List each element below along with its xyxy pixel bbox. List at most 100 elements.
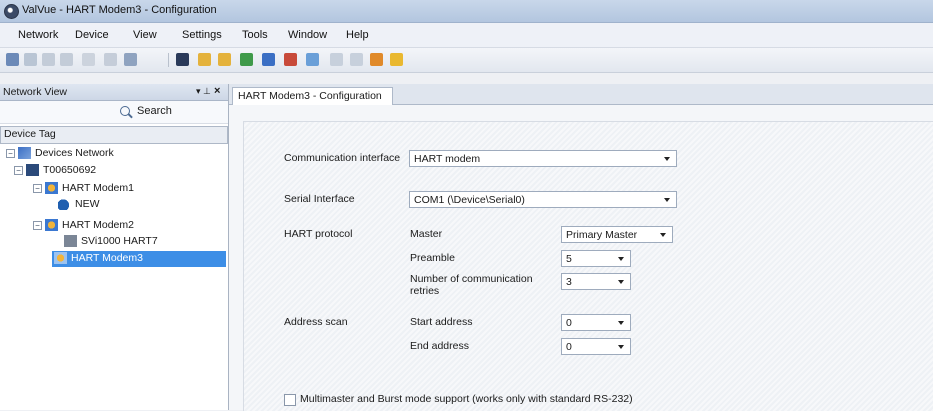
start-address-select[interactable]: 0: [561, 314, 631, 331]
device-tag-column-header[interactable]: Device Tag: [0, 126, 228, 144]
search-icon: [120, 106, 130, 116]
configuration-panel: Communication interface HART modem Seria…: [229, 105, 933, 411]
chevron-down-icon: [664, 198, 670, 202]
chevron-down-icon: [618, 345, 624, 349]
tree-item-hart-modem1[interactable]: − HART Modem1: [33, 181, 223, 197]
modem-icon: [54, 252, 67, 264]
end-address-select[interactable]: 0: [561, 338, 631, 355]
toolbar-separator: [168, 53, 169, 67]
export-icon[interactable]: [370, 53, 383, 66]
title-bar: ValVue - HART Modem3 - Configuration: [0, 0, 933, 23]
tree-item-devices-network[interactable]: − Devices Network: [6, 146, 206, 162]
serial-interface-label: Serial Interface: [284, 193, 355, 205]
device-green-icon[interactable]: [240, 53, 253, 66]
grid-icon[interactable]: [330, 53, 343, 66]
device-icon: [58, 198, 71, 210]
chevron-down-icon: [618, 257, 624, 261]
window-title: ValVue - HART Modem3 - Configuration: [22, 4, 217, 16]
select-value: 5: [566, 253, 572, 265]
lock-icon[interactable]: [350, 53, 363, 66]
tree-item-hart-modem2[interactable]: − HART Modem2: [33, 218, 223, 234]
tree-item-label: NEW: [75, 198, 100, 210]
menu-settings[interactable]: Settings: [182, 29, 222, 41]
tree-item-svi1000-hart7[interactable]: SVi1000 HART7: [64, 234, 224, 250]
folder-open-icon[interactable]: [176, 53, 189, 66]
end-address-label: End address: [410, 340, 469, 352]
address-scan-label: Address scan: [284, 316, 348, 328]
pin-icon[interactable]: ▾ ⊥: [196, 86, 211, 97]
column-header-label: Device Tag: [4, 128, 56, 140]
modem-icon: [45, 182, 58, 194]
collapse-icon[interactable]: −: [14, 166, 23, 175]
search-button[interactable]: Search: [0, 101, 228, 124]
master-select[interactable]: Primary Master: [561, 226, 673, 243]
refresh-icon[interactable]: [306, 53, 319, 66]
menu-view[interactable]: View: [133, 29, 157, 41]
tab-label: HART Modem3 - Configuration: [238, 90, 382, 102]
preamble-select[interactable]: 5: [561, 250, 631, 267]
arrow-icon[interactable]: [124, 53, 137, 66]
computer-icon: [26, 164, 39, 176]
positioner-icon: [64, 235, 77, 247]
tree-item-label: HART Modem2: [62, 219, 134, 231]
close-icon[interactable]: ×: [214, 85, 220, 97]
cut-icon[interactable]: [82, 53, 95, 66]
tree-item-new[interactable]: NEW: [58, 197, 228, 213]
retries-select[interactable]: 3: [561, 273, 631, 290]
tree-item-computer[interactable]: − T00650692: [14, 163, 214, 179]
collapse-icon[interactable]: −: [6, 149, 15, 158]
view-icon[interactable]: [104, 53, 117, 66]
tree-item-label: T00650692: [43, 164, 97, 176]
tree-item-label: HART Modem3: [71, 252, 143, 264]
folder-icon[interactable]: [198, 53, 211, 66]
menu-help[interactable]: Help: [346, 29, 369, 41]
chevron-down-icon: [618, 280, 624, 284]
retries-label: Number of communication: [410, 273, 533, 285]
chevron-down-icon: [618, 321, 624, 325]
multimaster-label: Multimaster and Burst mode support (work…: [300, 393, 633, 405]
search-label: Search: [137, 105, 172, 117]
tab-hart-modem3-configuration[interactable]: HART Modem3 - Configuration: [232, 87, 393, 105]
chevron-down-icon: [664, 157, 670, 161]
tree-item-label: Devices Network: [35, 147, 114, 159]
open-icon[interactable]: [42, 53, 55, 66]
collapse-icon[interactable]: −: [33, 184, 42, 193]
configuration-form: Communication interface HART modem Seria…: [243, 121, 933, 411]
retries-label-line2: retries: [410, 285, 440, 297]
folder-icon[interactable]: [218, 53, 231, 66]
serial-interface-select[interactable]: COM1 (\Device\Serial0): [409, 191, 677, 208]
communication-interface-label: Communication interface: [284, 152, 401, 164]
device-red-icon[interactable]: [284, 53, 297, 66]
chevron-down-icon: [660, 233, 666, 237]
pane-title: Network View: [3, 86, 67, 98]
menu-network[interactable]: Network: [18, 29, 58, 41]
save-icon[interactable]: [60, 53, 73, 66]
select-value: COM1 (\Device\Serial0): [414, 194, 525, 206]
menu-device[interactable]: Device: [75, 29, 109, 41]
collapse-icon[interactable]: −: [33, 221, 42, 230]
select-value: 3: [566, 276, 572, 288]
select-value: 0: [566, 317, 572, 329]
preamble-label: Preamble: [410, 252, 455, 264]
start-address-label: Start address: [410, 316, 473, 328]
modem-icon: [45, 219, 58, 231]
select-value: 0: [566, 341, 572, 353]
menu-window[interactable]: Window: [288, 29, 327, 41]
master-label: Master: [410, 228, 443, 240]
tree-item-hart-modem3[interactable]: HART Modem3: [52, 251, 226, 267]
disconnect-icon[interactable]: [24, 53, 37, 66]
document-tabstrip: HART Modem3 - Configuration: [229, 84, 933, 105]
select-value: Primary Master: [566, 229, 638, 241]
device-blue-icon[interactable]: [262, 53, 275, 66]
select-value: HART modem: [414, 153, 481, 165]
communication-interface-select[interactable]: HART modem: [409, 150, 677, 167]
network-icon: [18, 147, 31, 159]
multimaster-checkbox[interactable]: [284, 394, 296, 406]
tree-item-label: SVi1000 HART7: [81, 235, 158, 247]
toolbar: [0, 48, 933, 73]
app-logo-icon: [4, 4, 19, 19]
connect-icon[interactable]: [6, 53, 19, 66]
shield-icon[interactable]: [390, 53, 403, 66]
network-view-header: Network View ▾ ⊥ ×: [0, 84, 228, 101]
menu-tools[interactable]: Tools: [242, 29, 268, 41]
